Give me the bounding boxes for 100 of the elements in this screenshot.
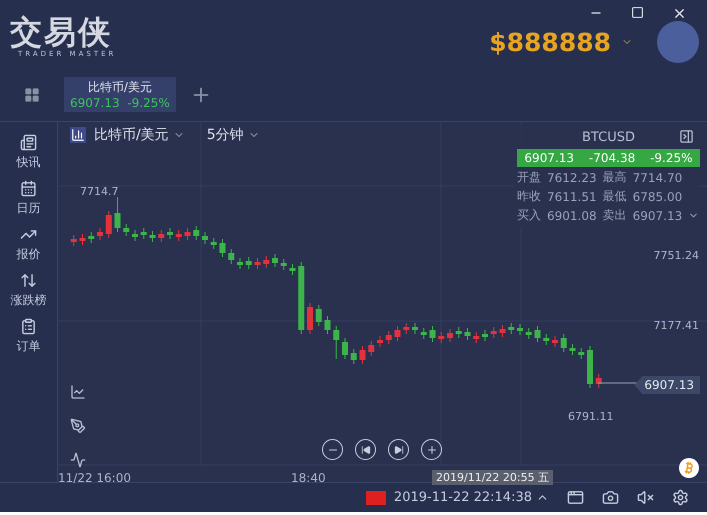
indicator-icon[interactable] (70, 384, 86, 400)
candlestick (184, 228, 190, 240)
interval-dropdown[interactable]: 5分钟 (206, 126, 260, 144)
candlestick (246, 256, 252, 270)
settings-icon[interactable] (672, 489, 689, 506)
plus-icon (426, 444, 438, 456)
skip-back-icon (360, 444, 370, 454)
camera-icon[interactable] (602, 489, 619, 506)
candlestick (560, 334, 567, 352)
candlestick (333, 326, 340, 360)
candlestick (342, 338, 348, 360)
mute-icon[interactable] (637, 489, 654, 506)
step-forward-button[interactable] (388, 439, 409, 460)
candlestick (123, 224, 130, 236)
quote-label: 开盘 (517, 169, 541, 186)
candlestick (438, 332, 444, 344)
candlestick (324, 316, 330, 334)
candlestick (526, 328, 532, 340)
candlestick (150, 230, 156, 242)
panel-toggle-icon[interactable] (679, 129, 694, 144)
step-back-button[interactable] (355, 439, 376, 460)
waveform-icon[interactable] (70, 452, 86, 468)
quote-label: 最高 (602, 169, 627, 186)
zoom-out-button[interactable] (322, 439, 343, 460)
zoom-in-button[interactable] (421, 439, 442, 460)
candlestick (202, 232, 208, 244)
flag-icon (366, 490, 386, 504)
quote-value: 6785.00 (632, 190, 682, 204)
candlestick (596, 374, 602, 388)
maximize-icon[interactable] (631, 6, 644, 19)
logo-text: 交易侠 (10, 14, 112, 50)
time-axis-label: 18:40 (291, 471, 326, 485)
candlestick (447, 328, 453, 342)
candlestick (490, 326, 497, 338)
date-time-selector[interactable]: 2019-11-22 22:14:38 (366, 490, 549, 505)
candlestick (368, 340, 374, 356)
candlestick (464, 328, 470, 340)
last-price-tag: 6907.13 (634, 376, 700, 394)
candlestick (290, 264, 296, 276)
quote-value: 6907.13 (632, 208, 682, 222)
candlestick (193, 226, 200, 240)
quote-value: 6901.08 (547, 208, 597, 222)
candlestick (158, 230, 164, 242)
quote-label: 昨收 (517, 188, 541, 205)
candlestick (394, 326, 400, 342)
quote-symbol: BTCUSD (582, 130, 635, 145)
candlestick (386, 330, 392, 344)
candlestick (552, 336, 558, 348)
grid-icon[interactable] (24, 86, 40, 102)
candlestick (307, 302, 313, 334)
up-down-arrows-icon (20, 272, 37, 289)
candlestick (114, 196, 120, 232)
candlestick (167, 228, 173, 240)
candlestick (534, 326, 540, 342)
sidebar-item[interactable]: 快讯 (16, 134, 40, 171)
sidebar-item[interactable]: 日历 (16, 180, 40, 217)
time-axis-label: 11/22 16:00 (58, 471, 131, 485)
clipboard-icon (20, 318, 37, 335)
crosshair-time-label: 2019/11/22 20:55 五 (432, 470, 554, 485)
low-price-label: 6791.11 (568, 410, 614, 423)
quote-value: 7611.51 (547, 190, 597, 204)
quote-label: 买入 (517, 207, 541, 224)
candlestick (280, 258, 287, 270)
quote-label: 卖出 (602, 207, 627, 224)
close-icon[interactable] (672, 6, 687, 21)
quote-value: 7612.23 (547, 170, 597, 184)
sidebar-item[interactable]: 报价 (16, 226, 40, 263)
candlestick (210, 238, 217, 250)
candlestick (430, 326, 436, 342)
candlestick (420, 328, 427, 340)
quote-value: 7714.70 (632, 170, 682, 184)
high-price-label: 7714.7 (80, 185, 118, 198)
candlestick (272, 254, 278, 268)
bar-chart-icon[interactable] (71, 128, 85, 142)
bitcoin-icon (679, 458, 699, 478)
symbol-dropdown[interactable]: 比特币/美元 (94, 126, 185, 144)
sidebar-item[interactable]: 订单 (16, 318, 40, 355)
candlestick (80, 234, 86, 246)
candlestick (517, 324, 523, 336)
candlestick (412, 322, 418, 334)
balance-amount[interactable]: $888888 (489, 28, 611, 56)
symbol-tab[interactable]: 比特币/美元 6907.13 -9.25% (64, 77, 176, 112)
candlestick (570, 344, 576, 356)
candlestick (176, 230, 182, 242)
candlestick (500, 324, 506, 338)
candlestick (228, 248, 234, 264)
candlestick (360, 346, 366, 364)
candlestick (237, 258, 243, 270)
price-axis-label: 7177.41 (654, 319, 699, 332)
windows-icon[interactable] (567, 489, 584, 506)
skip-forward-icon (394, 444, 404, 454)
drawing-tool-icon[interactable] (70, 418, 86, 434)
candlestick (88, 232, 94, 244)
candlestick (508, 322, 514, 334)
candlestick (473, 332, 480, 344)
candlestick (403, 322, 410, 334)
candlestick (587, 346, 593, 388)
sidebar-item[interactable]: 涨跌榜 (10, 272, 46, 309)
candlestick (220, 238, 226, 258)
candlestick (263, 256, 270, 268)
